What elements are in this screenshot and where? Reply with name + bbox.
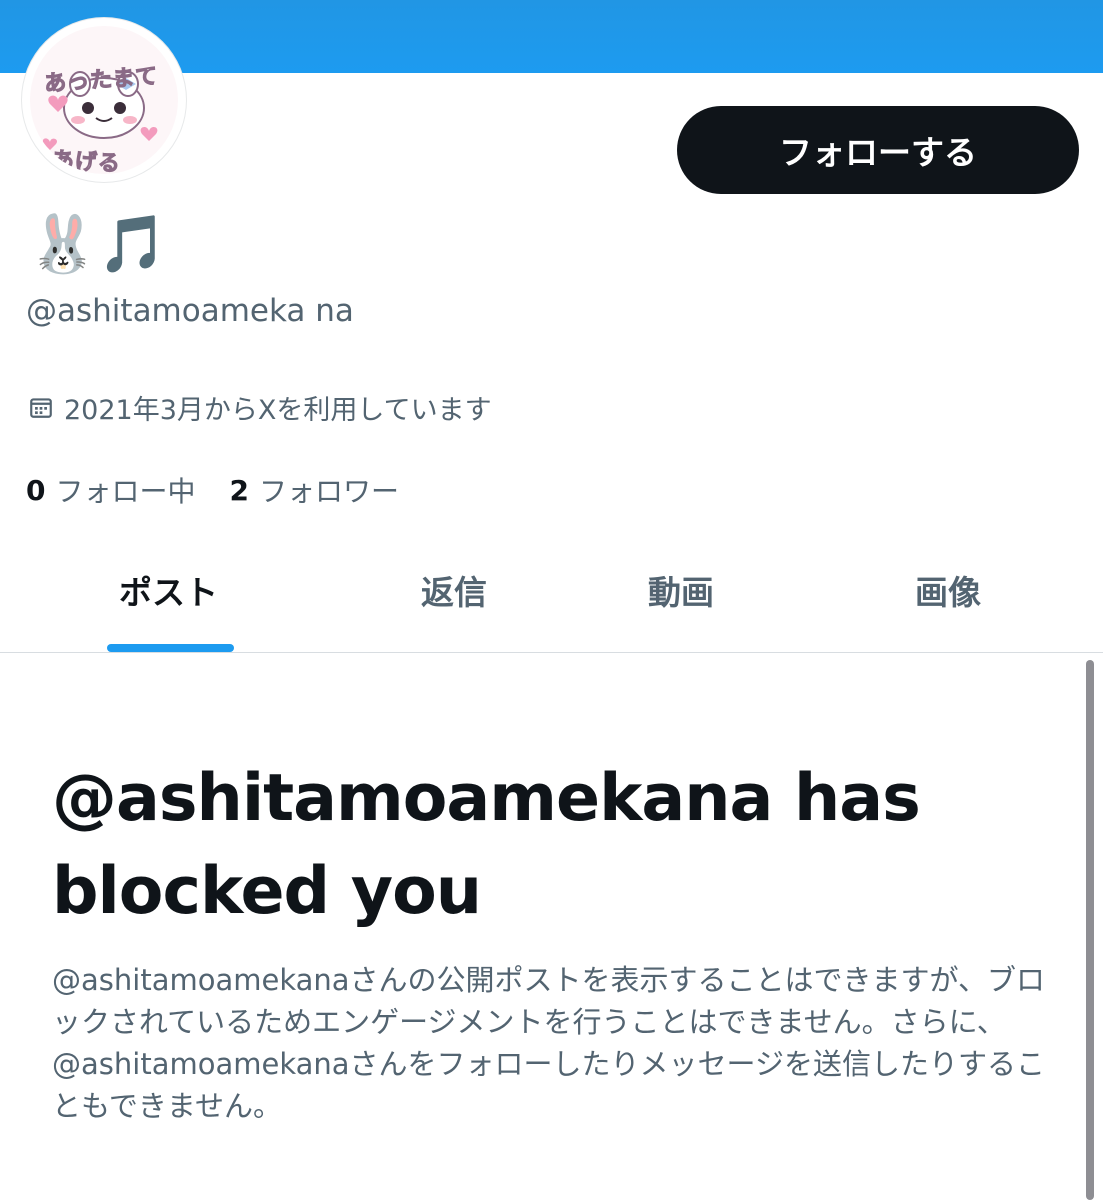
avatar-image: あったまて あげる	[30, 26, 178, 174]
tabs-divider	[0, 652, 1103, 653]
calendar-icon	[30, 398, 52, 418]
scrollbar[interactable]	[1086, 660, 1094, 1200]
active-tab-indicator	[107, 644, 234, 652]
followers-count: 2	[229, 473, 249, 507]
avatar-text-bottom: あげる	[51, 148, 122, 174]
tab-posts[interactable]: ポスト	[119, 566, 218, 614]
display-name: 🐰🎵	[28, 212, 168, 277]
followers-link[interactable]: 2 フォロワー	[230, 470, 400, 510]
tab-images[interactable]: 画像	[915, 566, 981, 614]
followers-label: フォロワー	[258, 475, 399, 508]
tab-replies[interactable]: 返信	[421, 566, 487, 614]
blocked-description: @ashitamoamekanaさんの公開ポストを表示することはできますが、ブロ…	[52, 963, 1045, 1123]
follow-button[interactable]: フォローする	[677, 106, 1079, 194]
joined-date: 2021年3月からXを利用しています	[28, 387, 492, 427]
following-count: 0	[26, 473, 46, 507]
follow-stats: 0 フォロー中 2 フォロワー	[26, 470, 433, 510]
blocked-title: @ashitamoamekana has blocked you	[52, 761, 921, 929]
joined-text: 2021年3月からXを利用しています	[64, 394, 492, 426]
profile-avatar[interactable]: あったまて あげる	[24, 20, 184, 180]
profile-handle: @ashitamoameka na	[26, 293, 354, 329]
following-link[interactable]: 0 フォロー中	[26, 470, 196, 510]
following-label: フォロー中	[55, 475, 196, 508]
tab-videos[interactable]: 動画	[648, 566, 714, 614]
